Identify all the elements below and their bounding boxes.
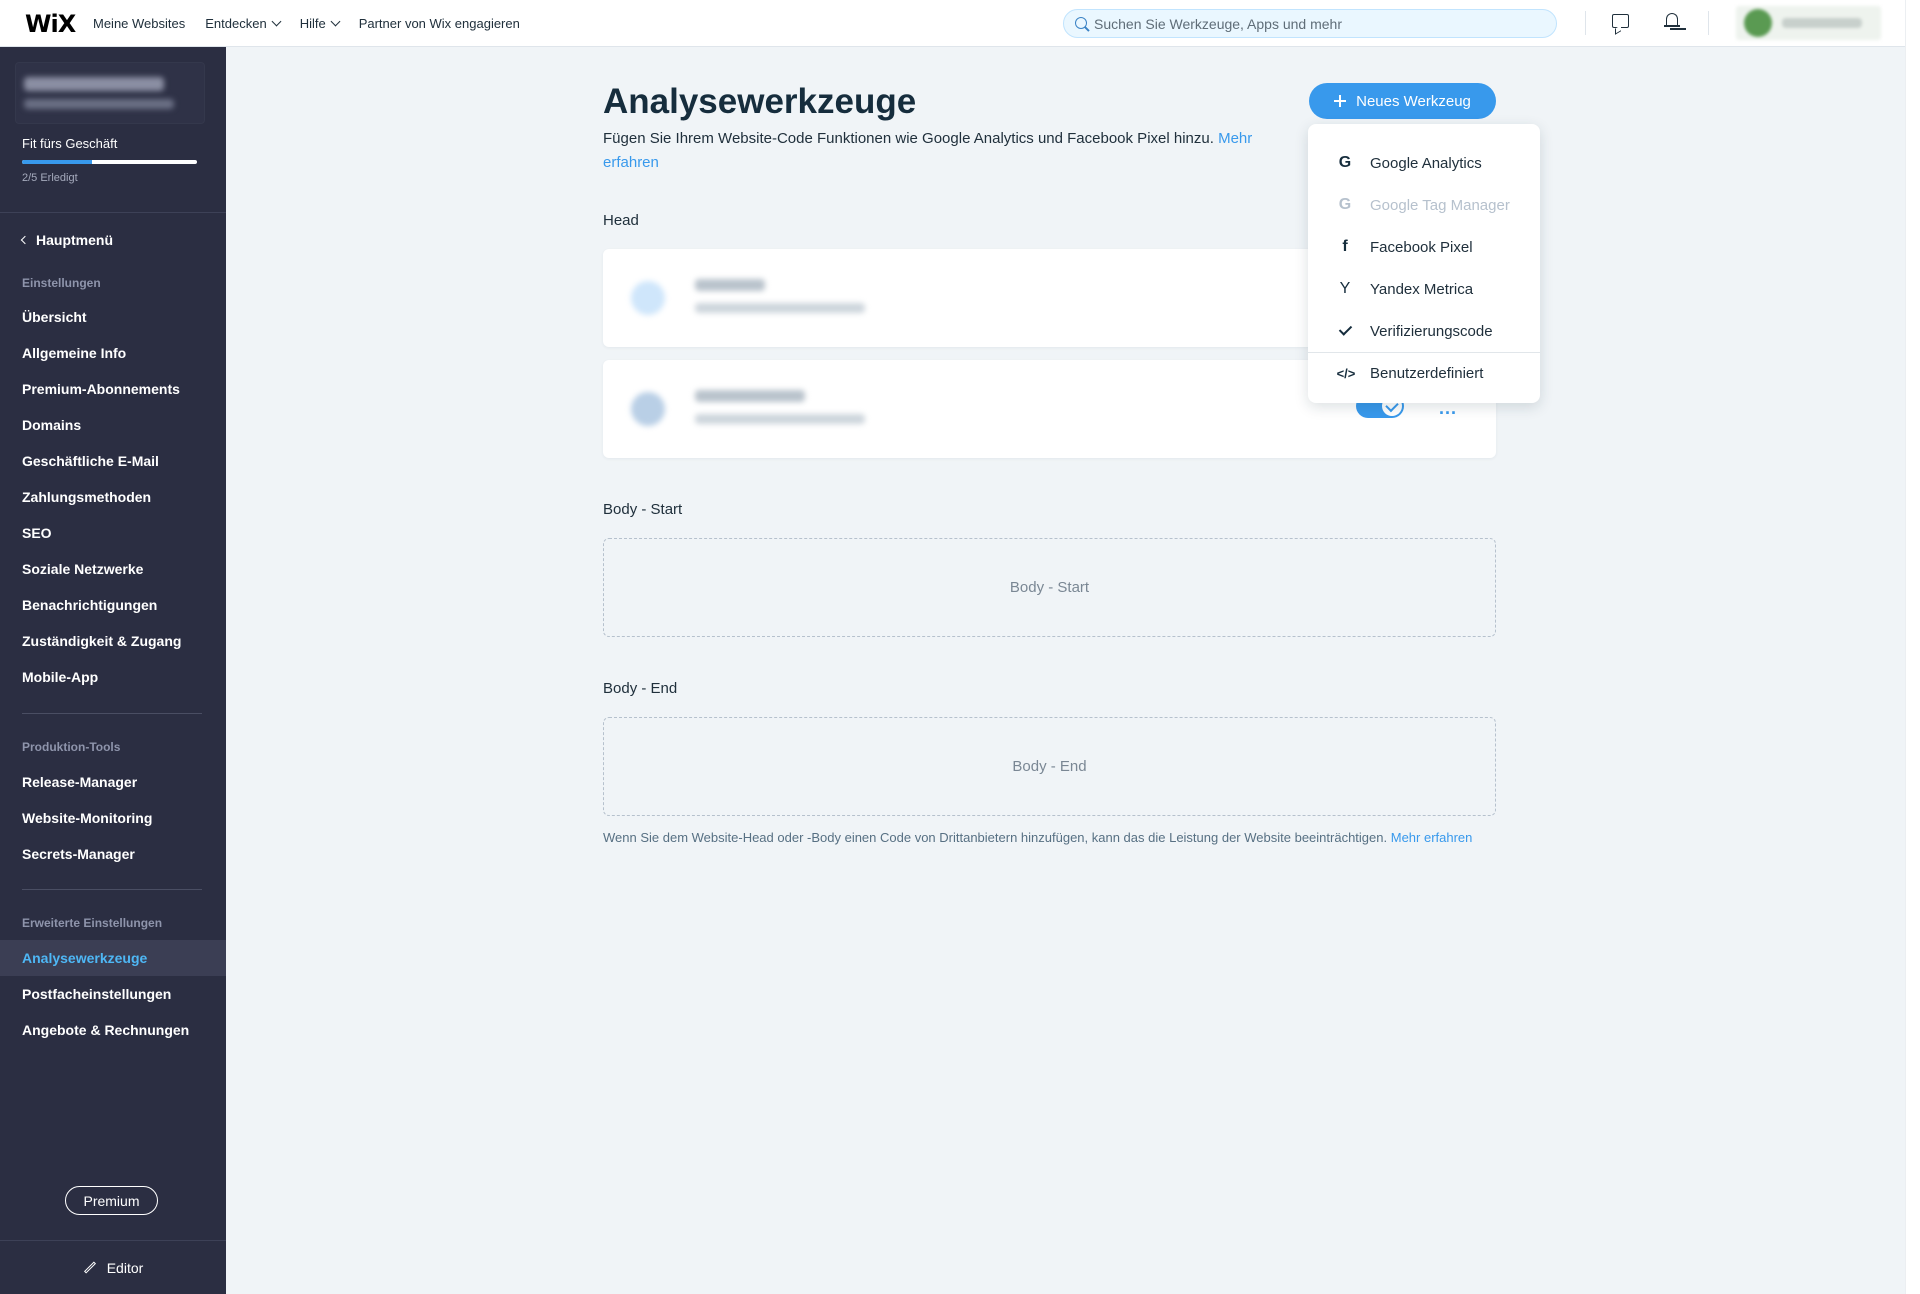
search-bar[interactable] bbox=[1063, 9, 1557, 38]
section-advanced-settings: Erweiterte Einstellungen bbox=[22, 916, 163, 930]
main-content bbox=[226, 47, 1905, 1294]
notifications-bell-icon[interactable] bbox=[1664, 13, 1680, 30]
dropdown-item-label: Yandex Metrica bbox=[1370, 280, 1474, 298]
chevron-down-icon bbox=[271, 16, 282, 27]
dropdown-item-label: Google Tag Manager bbox=[1370, 196, 1510, 214]
sidebar-item-release-manager[interactable]: Release-Manager bbox=[0, 764, 226, 800]
snippet-icon bbox=[631, 281, 665, 315]
sidebar-item-website-monitoring[interactable]: Website-Monitoring bbox=[0, 800, 226, 836]
search-icon bbox=[1075, 17, 1087, 29]
sidebar-item-secrets-manager[interactable]: Secrets-Manager bbox=[0, 836, 226, 872]
dropdown-item-label: Benutzerdefiniert bbox=[1370, 364, 1484, 382]
divider bbox=[1308, 352, 1540, 353]
sidebar: Fit fürs Geschäft 2/5 Erledigt Hauptmenü… bbox=[0, 47, 226, 1294]
body-end-dropzone[interactable]: Body - End bbox=[603, 717, 1496, 816]
performance-footnote: Wenn Sie dem Website-Head oder -Body ein… bbox=[603, 830, 1473, 845]
chat-icon[interactable] bbox=[1612, 14, 1629, 28]
progress-fill bbox=[22, 160, 92, 164]
dropdown-item-benutzerdefiniert[interactable]: </> Benutzerdefiniert bbox=[1308, 353, 1540, 393]
divider bbox=[22, 713, 202, 714]
sidebar-item-seo[interactable]: SEO bbox=[0, 515, 226, 551]
section-head-label: Head bbox=[603, 212, 639, 229]
dropdown-item-label: Facebook Pixel bbox=[1370, 238, 1473, 256]
nav-my-websites[interactable]: Meine Websites bbox=[93, 16, 185, 31]
section-production-tools: Produktion-Tools bbox=[22, 740, 121, 754]
sidebar-item-soziale-netzwerke[interactable]: Soziale Netzwerke bbox=[0, 551, 226, 587]
section-body-start-label: Body - Start bbox=[603, 501, 683, 518]
site-url-blurred bbox=[24, 99, 174, 109]
top-bar: WiX Meine Websites Entdecken Hilfe Partn… bbox=[0, 0, 1905, 47]
editor-button[interactable]: Editor bbox=[0, 1240, 226, 1294]
sidebar-item-premium-abonnements[interactable]: Premium-Abonnements bbox=[0, 371, 226, 407]
avatar bbox=[1744, 9, 1772, 37]
new-tool-dropdown: G Google Analytics G Google Tag Manager f Fac… bbox=[1308, 124, 1540, 403]
google-icon: G bbox=[1338, 154, 1352, 171]
snippet-title-blurred bbox=[695, 390, 805, 402]
divider bbox=[22, 889, 202, 890]
setup-progress-text: 2/5 Erledigt bbox=[22, 172, 78, 184]
sidebar-item-zahlungsmethoden[interactable]: Zahlungsmethoden bbox=[0, 479, 226, 515]
sidebar-item-postfacheinstellungen[interactable]: Postfacheinstellungen bbox=[0, 976, 226, 1012]
account-name-blurred bbox=[1782, 18, 1862, 28]
chevron-down-icon bbox=[330, 16, 341, 27]
site-name-blurred bbox=[24, 77, 164, 91]
dropdown-item-label: Google Analytics bbox=[1370, 154, 1482, 172]
sidebar-item-benachrichtigungen[interactable]: Benachrichtigungen bbox=[0, 587, 226, 623]
search-input[interactable] bbox=[1094, 15, 1534, 32]
back-to-main-menu[interactable]: Hauptmenü bbox=[20, 232, 113, 248]
scrollbar[interactable] bbox=[1905, 0, 1920, 1294]
account-menu[interactable] bbox=[1736, 6, 1881, 40]
code-icon: </> bbox=[1336, 365, 1356, 381]
page-description: Fügen Sie Ihrem Website-Code Funktionen … bbox=[603, 130, 1253, 171]
wix-logo[interactable]: WiX bbox=[25, 10, 76, 38]
nav-partner[interactable]: Partner von Wix engagieren bbox=[359, 16, 520, 31]
sidebar-item-analysewerkzeuge[interactable]: Analysewerkzeuge bbox=[0, 940, 226, 976]
divider bbox=[1708, 11, 1709, 35]
dropdown-item-google-analytics[interactable]: G Google Analytics bbox=[1308, 143, 1540, 183]
dropdown-item-verifizierungscode[interactable]: Verifizierungscode bbox=[1308, 311, 1540, 351]
snippet-icon bbox=[631, 392, 665, 426]
nav-discover[interactable]: Entdecken bbox=[205, 16, 282, 31]
facebook-icon: f bbox=[1342, 238, 1348, 255]
sidebar-item-geschäftliche-e-mail[interactable]: Geschäftliche E-Mail bbox=[0, 443, 226, 479]
dropdown-item-label: Verifizierungscode bbox=[1370, 322, 1493, 340]
sidebar-item-zuständigkeit-zugang[interactable]: Zuständigkeit & Zugang bbox=[0, 623, 226, 659]
dropdown-item-yandex-metrica[interactable]: Y Yandex Metrica bbox=[1308, 269, 1540, 309]
google-icon: G bbox=[1338, 196, 1352, 213]
sidebar-item-domains[interactable]: Domains bbox=[0, 407, 226, 443]
top-nav: Meine Websites Entdecken Hilfe Partner v… bbox=[93, 0, 540, 47]
section-settings: Einstellungen bbox=[22, 276, 101, 290]
divider bbox=[1585, 11, 1586, 35]
new-tool-button[interactable]: Neues Werkzeug bbox=[1309, 83, 1496, 119]
footnote-learn-more-link[interactable]: Mehr erfahren bbox=[1391, 830, 1473, 845]
page-title: Analysewerkzeuge bbox=[603, 82, 917, 121]
yandex-icon: Y bbox=[1339, 280, 1351, 297]
site-selector[interactable] bbox=[15, 62, 205, 124]
sidebar-item-übersicht[interactable]: Übersicht bbox=[0, 299, 226, 335]
sidebar-item-allgemeine-info[interactable]: Allgemeine Info bbox=[0, 335, 226, 371]
snippet-subtitle-blurred bbox=[695, 303, 865, 313]
pencil-icon bbox=[83, 1261, 96, 1274]
body-start-dropzone[interactable]: Body - Start bbox=[603, 538, 1496, 637]
nav-help[interactable]: Hilfe bbox=[300, 16, 341, 31]
dropdown-item-facebook-pixel[interactable]: f Facebook Pixel bbox=[1308, 227, 1540, 267]
chevron-left-icon bbox=[20, 235, 30, 245]
snippet-subtitle-blurred bbox=[695, 414, 865, 424]
section-body-end-label: Body - End bbox=[603, 680, 678, 697]
plus-icon bbox=[1334, 95, 1347, 107]
setup-progress-label[interactable]: Fit fürs Geschäft bbox=[22, 136, 117, 151]
sidebar-item-mobile-app[interactable]: Mobile-App bbox=[0, 659, 226, 695]
premium-button[interactable]: Premium bbox=[65, 1186, 158, 1215]
divider bbox=[0, 212, 226, 213]
sidebar-item-angebote-rechnungen[interactable]: Angebote & Rechnungen bbox=[0, 1012, 226, 1048]
check-icon bbox=[1336, 322, 1354, 340]
setup-progress-bar bbox=[22, 160, 197, 164]
dropdown-item-google-tag-manager: G Google Tag Manager bbox=[1308, 185, 1540, 225]
snippet-title-blurred bbox=[695, 279, 765, 291]
